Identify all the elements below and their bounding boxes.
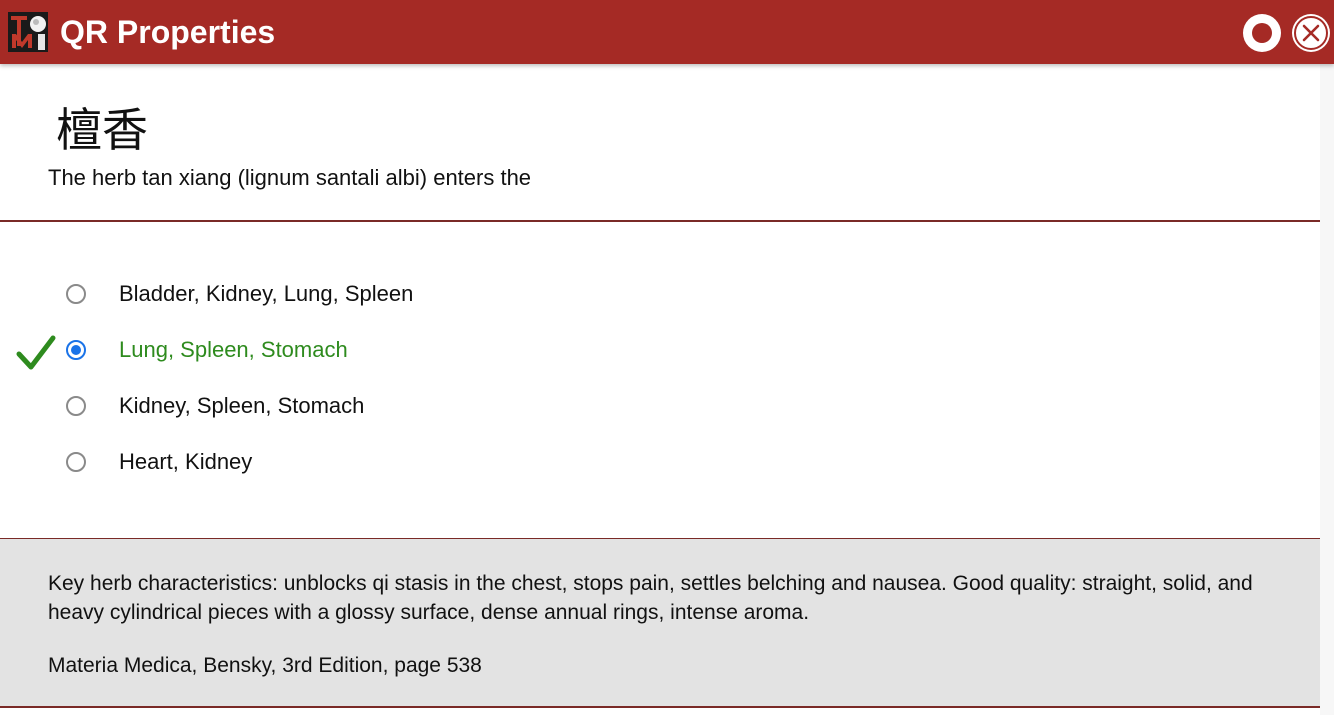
close-icon	[1294, 16, 1328, 50]
explanation-text: Key herb characteristics: unblocks qi st…	[48, 572, 1253, 624]
reference-citation: Materia Medica, Bensky, 3rd Edition, pag…	[48, 654, 482, 677]
radio-button[interactable]	[66, 452, 86, 472]
record-button[interactable]	[1243, 14, 1281, 52]
answer-option[interactable]: Kidney, Spleen, Stomach	[0, 382, 700, 430]
answer-option[interactable]: Bladder, Kidney, Lung, Spleen	[0, 270, 700, 318]
checkmark-icon	[16, 335, 56, 370]
app-title: QR Properties	[60, 14, 276, 50]
answer-options: Bladder, Kidney, Lung, Spleen Lung, Sple…	[0, 222, 1320, 538]
radio-button[interactable]	[66, 396, 86, 416]
title-bar: QR Properties	[0, 0, 1334, 64]
tcm-tests-logo-icon	[8, 12, 48, 52]
answer-option[interactable]: Heart, Kidney	[0, 438, 700, 486]
answer-option-label: Kidney, Spleen, Stomach	[119, 393, 365, 418]
answer-option-label: Lung, Spleen, Stomach	[119, 337, 348, 362]
answer-option-correct[interactable]: Lung, Spleen, Stomach	[0, 326, 700, 374]
close-button[interactable]	[1292, 14, 1330, 52]
question-prompt: The herb tan xiang (lignum santali albi)…	[48, 165, 532, 190]
answer-option-label: Bladder, Kidney, Lung, Spleen	[119, 281, 414, 306]
question-header: 檀香 The herb tan xiang (lignum santali al…	[0, 64, 1320, 222]
scrollbar-track[interactable]	[1320, 64, 1334, 715]
record-icon	[1252, 23, 1272, 43]
herb-chinese-name: 檀香	[56, 103, 148, 157]
radio-button-selected[interactable]	[66, 340, 86, 360]
explanation-panel: Key herb characteristics: unblocks qi st…	[0, 538, 1320, 708]
answer-option-label: Heart, Kidney	[119, 449, 253, 474]
radio-button[interactable]	[66, 284, 86, 304]
